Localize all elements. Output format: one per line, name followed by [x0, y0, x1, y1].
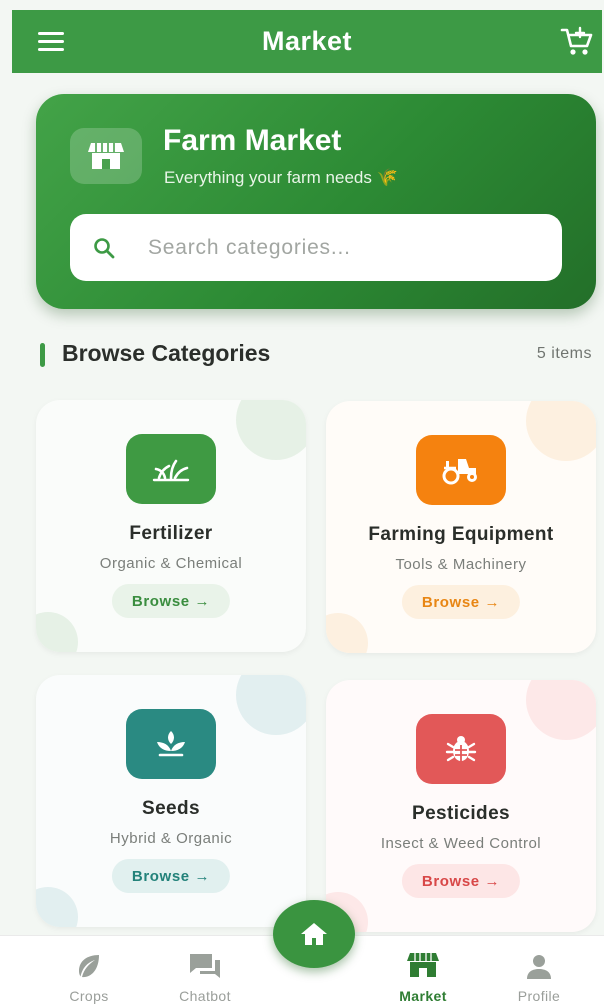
- category-card-fertilizer[interactable]: Fertilizer Organic & Chemical Browse →: [36, 400, 306, 652]
- nav-label: Market: [399, 988, 447, 1004]
- tractor-icon: [416, 435, 506, 505]
- section-title: Browse Categories: [62, 340, 271, 366]
- browse-button[interactable]: Browse →: [111, 584, 231, 618]
- menu-icon[interactable]: [38, 32, 66, 52]
- hero-title: Farm Market: [163, 124, 342, 157]
- search-bar: [70, 214, 562, 281]
- category-card-farming-equipment[interactable]: Farming Equipment Tools & Machinery Brow…: [326, 401, 596, 653]
- search-icon: [94, 238, 115, 259]
- home-button[interactable]: [273, 900, 355, 968]
- cart-icon[interactable]: [560, 26, 594, 58]
- nav-item-profile[interactable]: Profile: [494, 936, 584, 1007]
- category-card-seeds[interactable]: Seeds Hybrid & Organic Browse →: [36, 675, 306, 927]
- hero-subtitle: Everything your farm needs 🌾: [164, 168, 398, 187]
- nav-item-market[interactable]: Market: [378, 936, 468, 1007]
- item-count: 5 items: [536, 345, 592, 362]
- person-icon: [527, 955, 551, 979]
- hero-banner: Farm Market Everything your farm needs 🌾: [36, 94, 596, 309]
- leaf-icon: [79, 955, 99, 978]
- sprout-icon: [126, 434, 216, 504]
- category-description: Hybrid & Organic: [109, 830, 233, 847]
- home-icon: [301, 923, 327, 945]
- category-name: Fertilizer: [129, 523, 213, 544]
- browse-button[interactable]: Browse →: [401, 864, 521, 898]
- seedling-icon: [126, 709, 216, 779]
- nav-item-chatbot[interactable]: Chatbot: [160, 936, 250, 1007]
- store-icon: [70, 128, 142, 184]
- category-description: Insect & Weed Control: [380, 835, 542, 852]
- page-title: Market: [261, 26, 353, 56]
- category-name: Seeds: [142, 798, 200, 819]
- section-accent-bar: [40, 343, 45, 367]
- app-bar: Market: [12, 10, 602, 73]
- browse-button[interactable]: Browse →: [401, 585, 521, 619]
- nav-label: Chatbot: [179, 988, 231, 1004]
- section-header: Browse Categories 5 items: [40, 340, 592, 370]
- nav-label: Profile: [517, 988, 561, 1004]
- category-name: Farming Equipment: [368, 524, 554, 545]
- search-input[interactable]: [148, 228, 538, 268]
- bug-icon: [416, 714, 506, 784]
- browse-button[interactable]: Browse →: [111, 859, 231, 893]
- nav-item-crops[interactable]: Crops: [44, 936, 134, 1007]
- category-name: Pesticides: [412, 803, 510, 824]
- category-description: Organic & Chemical: [99, 555, 243, 572]
- category-description: Tools & Machinery: [395, 556, 527, 573]
- store-icon: [407, 953, 439, 977]
- nav-label: Crops: [69, 988, 109, 1004]
- category-card-pesticides[interactable]: Pesticides Insect & Weed Control Browse …: [326, 680, 596, 932]
- chat-icon: [190, 954, 220, 978]
